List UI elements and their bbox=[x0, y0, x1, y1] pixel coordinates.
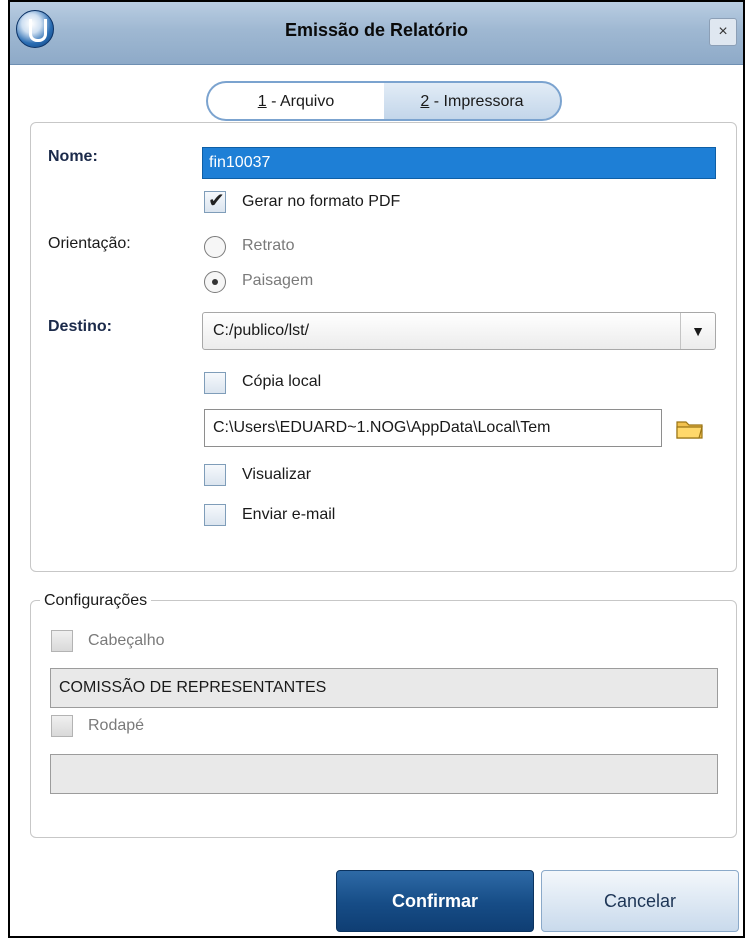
local-path-input[interactable]: C:\Users\EDUARD~1.NOG\AppData\Local\Tem bbox=[204, 409, 662, 447]
destination-select[interactable]: C:/publico/lst/ ▼ bbox=[202, 312, 716, 350]
radio-selected-dot-icon bbox=[212, 279, 218, 285]
pdf-checkbox[interactable]: ✔ bbox=[204, 190, 226, 213]
tab-impressora-mnemonic: 2 bbox=[420, 93, 430, 110]
tab-impressora[interactable]: 2 - Impressora bbox=[382, 81, 562, 121]
destination-label: Destino: bbox=[48, 318, 112, 335]
report-dialog: Emissão de Relatório × 1 - Arquivo 2 - I… bbox=[8, 0, 745, 938]
header-checkbox[interactable] bbox=[51, 630, 73, 652]
close-button[interactable]: × bbox=[709, 18, 737, 46]
radio-paisagem[interactable] bbox=[204, 271, 226, 293]
tab-impressora-label: - Impressora bbox=[429, 93, 524, 110]
send-email-checkbox[interactable] bbox=[204, 504, 226, 526]
footer-checkbox-label: Rodapé bbox=[88, 717, 145, 734]
header-field[interactable]: COMISSÃO DE REPRESENTANTES bbox=[50, 668, 718, 708]
footer-checkbox[interactable] bbox=[51, 715, 73, 737]
confirm-button[interactable]: Confirmar bbox=[336, 870, 534, 932]
preview-checkbox[interactable] bbox=[204, 464, 226, 486]
send-email-label: Enviar e-mail bbox=[242, 506, 336, 523]
preview-label: Visualizar bbox=[242, 466, 312, 483]
radio-retrato[interactable] bbox=[204, 236, 226, 258]
orientation-label: Orientação: bbox=[48, 235, 131, 252]
name-label: Nome: bbox=[48, 148, 98, 165]
checkmark-icon: ✔ bbox=[208, 190, 225, 212]
title-bar: Emissão de Relatório × bbox=[10, 2, 743, 65]
footer-field[interactable] bbox=[50, 754, 718, 794]
destination-value: C:/publico/lst/ bbox=[213, 322, 310, 339]
cancel-button[interactable]: Cancelar bbox=[541, 870, 739, 932]
header-checkbox-label: Cabeçalho bbox=[88, 632, 165, 649]
radio-retrato-label: Retrato bbox=[242, 237, 295, 254]
pdf-checkbox-label: Gerar no formato PDF bbox=[242, 193, 401, 210]
settings-legend: Configurações bbox=[40, 592, 152, 610]
name-input[interactable]: fin10037 bbox=[202, 147, 716, 179]
tab-arquivo-label: - Arquivo bbox=[266, 93, 335, 110]
radio-paisagem-label: Paisagem bbox=[242, 272, 314, 289]
local-copy-checkbox[interactable] bbox=[204, 372, 226, 394]
chevron-down-icon[interactable]: ▼ bbox=[680, 313, 715, 349]
folder-icon[interactable] bbox=[676, 418, 704, 440]
local-copy-label: Cópia local bbox=[242, 373, 322, 390]
tab-arquivo-mnemonic: 1 bbox=[257, 93, 267, 110]
tab-arquivo[interactable]: 1 - Arquivo bbox=[206, 81, 384, 121]
dialog-title: Emissão de Relatório bbox=[284, 20, 469, 40]
